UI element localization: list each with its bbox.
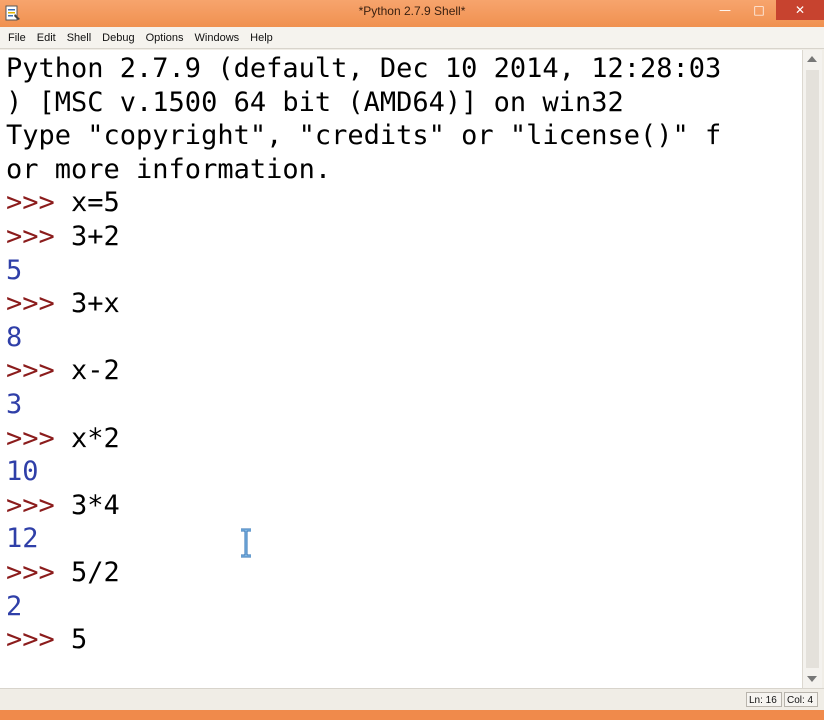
shell-prompt: >>>: [6, 489, 72, 521]
shell-line: Type "copyright", "credits" or "license(…: [6, 119, 721, 153]
shell-line: >>> 5: [6, 623, 721, 657]
shell-prompt: >>>: [6, 355, 72, 387]
shell-line: >>> 3*4: [6, 489, 721, 523]
window-controls: — □ ✕: [708, 0, 824, 20]
shell-prompt: >>>: [6, 288, 72, 320]
shell-prompt: >>>: [6, 624, 72, 656]
shell-command: x-2: [71, 355, 120, 387]
menu-edit[interactable]: Edit: [33, 32, 63, 44]
menu-shell[interactable]: Shell: [63, 32, 98, 44]
shell-prompt: >>>: [6, 422, 72, 454]
close-icon: ✕: [794, 3, 806, 17]
menu-help[interactable]: Help: [246, 32, 280, 44]
shell-output: 12: [6, 523, 39, 555]
window-bottom-border: [0, 710, 824, 720]
minimize-button[interactable]: —: [708, 0, 742, 20]
window-title: *Python 2.7.9 Shell*: [358, 4, 466, 18]
shell-line: 12: [6, 522, 721, 556]
shell-line: >>> x-2: [6, 354, 721, 388]
shell-command: x=5: [71, 187, 120, 219]
shell-banner: Python 2.7.9 (default, Dec 10 2014, 12:2…: [6, 53, 722, 84]
shell-command: 3*4: [71, 489, 120, 521]
maximize-icon: □: [753, 3, 765, 17]
shell-line: 10: [6, 455, 721, 489]
shell-prompt: >>>: [6, 556, 72, 588]
shell-output: 2: [6, 590, 23, 622]
shell-output: 8: [6, 321, 23, 353]
shell-command: x*2: [71, 422, 120, 454]
shell-line: >>> 3+x: [6, 287, 721, 321]
shell-text-area[interactable]: Python 2.7.9 (default, Dec 10 2014, 12:2…: [0, 50, 802, 688]
vertical-scrollbar[interactable]: [802, 50, 822, 688]
shell-line: 5: [6, 254, 721, 288]
idle-shell-window: *Python 2.7.9 Shell* — □ ✕ File Edit She…: [0, 0, 824, 720]
shell-line: ) [MSC v.1500 64 bit (AMD64)] on win32: [6, 86, 721, 120]
shell-command: 3+x: [71, 288, 120, 320]
column-number-status: Col: 4: [784, 692, 818, 707]
close-button[interactable]: ✕: [776, 0, 824, 20]
minimize-icon: —: [719, 3, 731, 17]
shell-line: 3: [6, 388, 721, 422]
shell-banner: ) [MSC v.1500 64 bit (AMD64)] on win32: [6, 86, 624, 118]
menu-file[interactable]: File: [4, 32, 33, 44]
shell-line: >>> 5/2: [6, 556, 721, 590]
shell-line: >>> x*2: [6, 422, 721, 456]
status-bar: Ln: 16 Col: 4: [0, 688, 824, 710]
line-number-status: Ln: 16: [746, 692, 782, 707]
shell-output: 10: [6, 456, 39, 488]
shell-line: or more information.: [6, 153, 721, 187]
maximize-button[interactable]: □: [742, 0, 776, 20]
shell-command: 5: [71, 624, 88, 656]
menu-options[interactable]: Options: [142, 32, 191, 44]
text-cursor-icon: [241, 528, 251, 558]
shell-prompt: >>>: [6, 187, 72, 219]
shell-line: Python 2.7.9 (default, Dec 10 2014, 12:2…: [6, 52, 721, 86]
scrollbar-thumb[interactable]: [806, 70, 819, 668]
menu-bar: File Edit Shell Debug Options Windows He…: [0, 27, 824, 49]
shell-lines: Python 2.7.9 (default, Dec 10 2014, 12:2…: [6, 52, 721, 657]
shell-line: 8: [6, 321, 721, 355]
shell-banner: or more information.: [6, 153, 332, 185]
menu-debug[interactable]: Debug: [98, 32, 141, 44]
shell-output: 5: [6, 254, 23, 286]
menu-windows[interactable]: Windows: [191, 32, 247, 44]
scroll-down-icon[interactable]: [807, 676, 817, 682]
shell-prompt: >>>: [6, 220, 72, 252]
scroll-up-icon[interactable]: [807, 56, 817, 62]
shell-line: >>> 3+2: [6, 220, 721, 254]
shell-line: >>> x=5: [6, 186, 721, 220]
title-bar[interactable]: *Python 2.7.9 Shell* — □ ✕: [0, 0, 824, 27]
shell-output: 3: [6, 388, 23, 420]
shell-line: 2: [6, 590, 721, 624]
shell-command: 3+2: [71, 220, 120, 252]
shell-command: 5/2: [71, 556, 120, 588]
shell-banner: Type "copyright", "credits" or "license(…: [6, 120, 722, 152]
